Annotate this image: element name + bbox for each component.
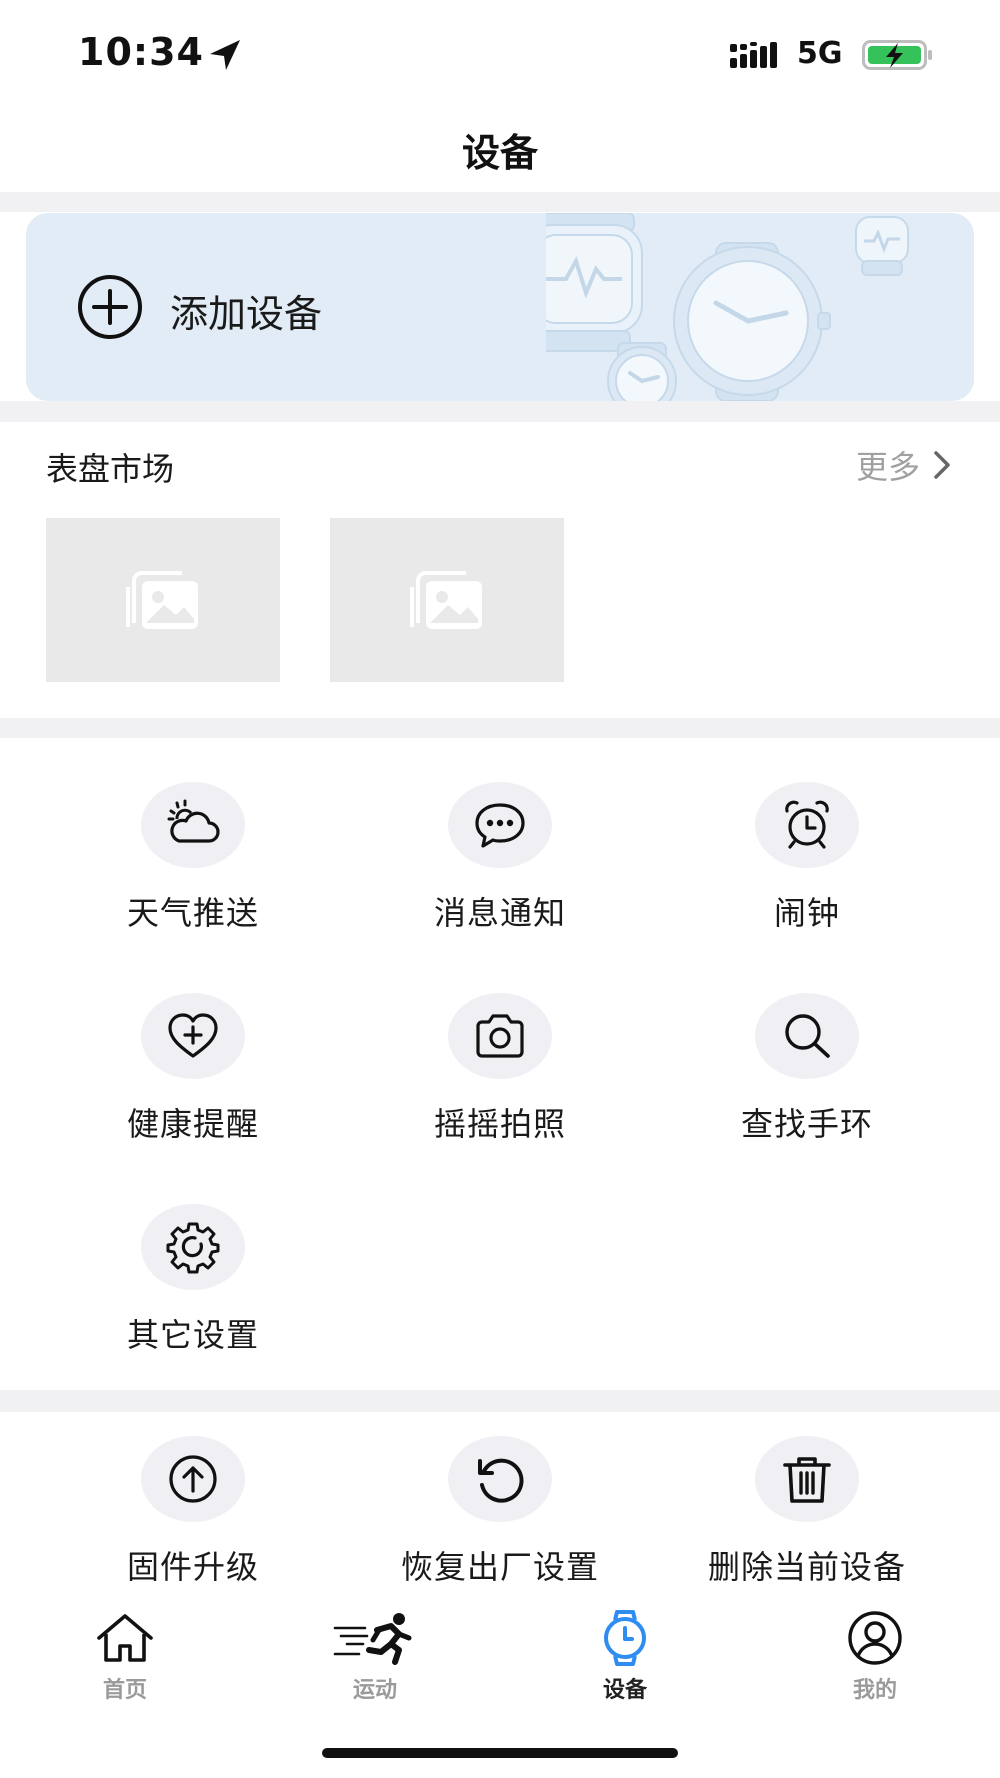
feature-label: 天气推送 [126,894,259,932]
tab-device[interactable]: 设备 [500,1610,750,1710]
device-actions: 固件升级 恢复出厂设置 删除当前设备 [0,1412,1000,1600]
message-icon [475,803,525,848]
gear-icon [166,1222,220,1274]
image-placeholder-icon [126,571,198,629]
section-divider [0,192,1000,212]
feature-other-settings[interactable]: 其它设置 [26,1204,360,1374]
icon-circle [141,1204,245,1290]
icon-circle [755,993,859,1079]
nav-header: 设备 [0,100,1000,192]
page-title: 设备 [461,131,538,175]
watch-face-thumbnail[interactable] [330,518,564,682]
search-icon [785,1014,830,1058]
feature-grid: 天气推送 消息通知 闹钟 健康提醒 摇摇拍照 查找手环 其它设置 [0,738,1000,1390]
alarm-clock-icon [785,800,829,849]
cellular-signal-icon [730,42,777,68]
camera-icon [476,1014,524,1058]
upload-circle-icon [169,1455,217,1503]
action-label: 删除当前设备 [707,1548,906,1586]
watch-illustration-icon [546,213,909,401]
icon-circle [141,1436,245,1522]
icon-circle [448,782,552,868]
trash-icon [783,1457,831,1503]
add-device-card[interactable]: 添加设备 [26,213,974,401]
home-indicator [322,1748,678,1758]
watch-icon [604,1610,646,1666]
feature-message[interactable]: 消息通知 [333,782,667,952]
section-divider [0,1390,1000,1412]
feature-label: 其它设置 [126,1316,259,1354]
tab-label: 我的 [852,1678,897,1703]
tab-mine[interactable]: 我的 [750,1610,1000,1710]
device-page: 10:34 5G 设备 添加设备 表盘市场 更多 天气推送 消息通知 闹钟 健康… [0,0,1000,1778]
action-delete-device[interactable]: 删除当前设备 [640,1436,974,1606]
icon-circle [448,993,552,1079]
feature-label: 消息通知 [433,894,566,932]
image-placeholder-icon [410,571,482,629]
feature-find-band[interactable]: 查找手环 [640,993,974,1163]
plus-circle-icon [78,275,142,339]
feature-weather[interactable]: 天气推送 [26,782,360,952]
watch-face-thumbnail[interactable] [46,518,280,682]
feature-alarm[interactable]: 闹钟 [640,782,974,952]
icon-circle [755,1436,859,1522]
location-arrow-icon [210,40,240,70]
feature-label: 健康提醒 [126,1105,259,1143]
heart-plus-icon [168,1013,218,1058]
more-label: 更多 [855,448,920,486]
tab-label: 运动 [352,1678,397,1703]
runner-icon [333,1613,412,1665]
action-firmware-upgrade[interactable]: 固件升级 [26,1436,360,1606]
more-button[interactable]: 更多 [856,442,956,488]
feature-label: 闹钟 [773,894,840,932]
icon-circle [755,782,859,868]
action-label: 恢复出厂设置 [400,1548,599,1586]
market-title: 表盘市场 [46,450,175,488]
watch-face-market: 表盘市场 更多 [0,422,1000,718]
action-factory-reset[interactable]: 恢复出厂设置 [333,1436,667,1606]
user-icon [848,1611,902,1665]
icon-circle [141,782,245,868]
tab-label: 首页 [102,1678,147,1703]
section-divider [0,718,1000,738]
weather-icon [167,799,220,843]
status-bar: 10:34 5G [0,0,1000,100]
network-type: 5G [797,36,843,71]
icon-circle [448,1436,552,1522]
feature-health[interactable]: 健康提醒 [26,993,360,1163]
chevron-right-icon [934,451,950,479]
feature-shake-photo[interactable]: 摇摇拍照 [333,993,667,1163]
tab-bar: 首页 运动 设备 我的 [0,1600,1000,1710]
feature-label: 查找手环 [740,1105,873,1143]
status-time: 10:34 [78,30,204,74]
tab-home[interactable]: 首页 [0,1610,250,1710]
icon-circle [141,993,245,1079]
action-label: 固件升级 [126,1548,259,1586]
section-divider [0,401,1000,422]
add-device-label: 添加设备 [170,292,323,336]
feature-label: 摇摇拍照 [433,1105,566,1143]
tab-sport[interactable]: 运动 [250,1610,500,1710]
reset-icon [478,1458,524,1503]
battery-charging-icon [862,40,932,70]
home-icon [97,1614,153,1662]
tab-label: 设备 [602,1678,647,1703]
